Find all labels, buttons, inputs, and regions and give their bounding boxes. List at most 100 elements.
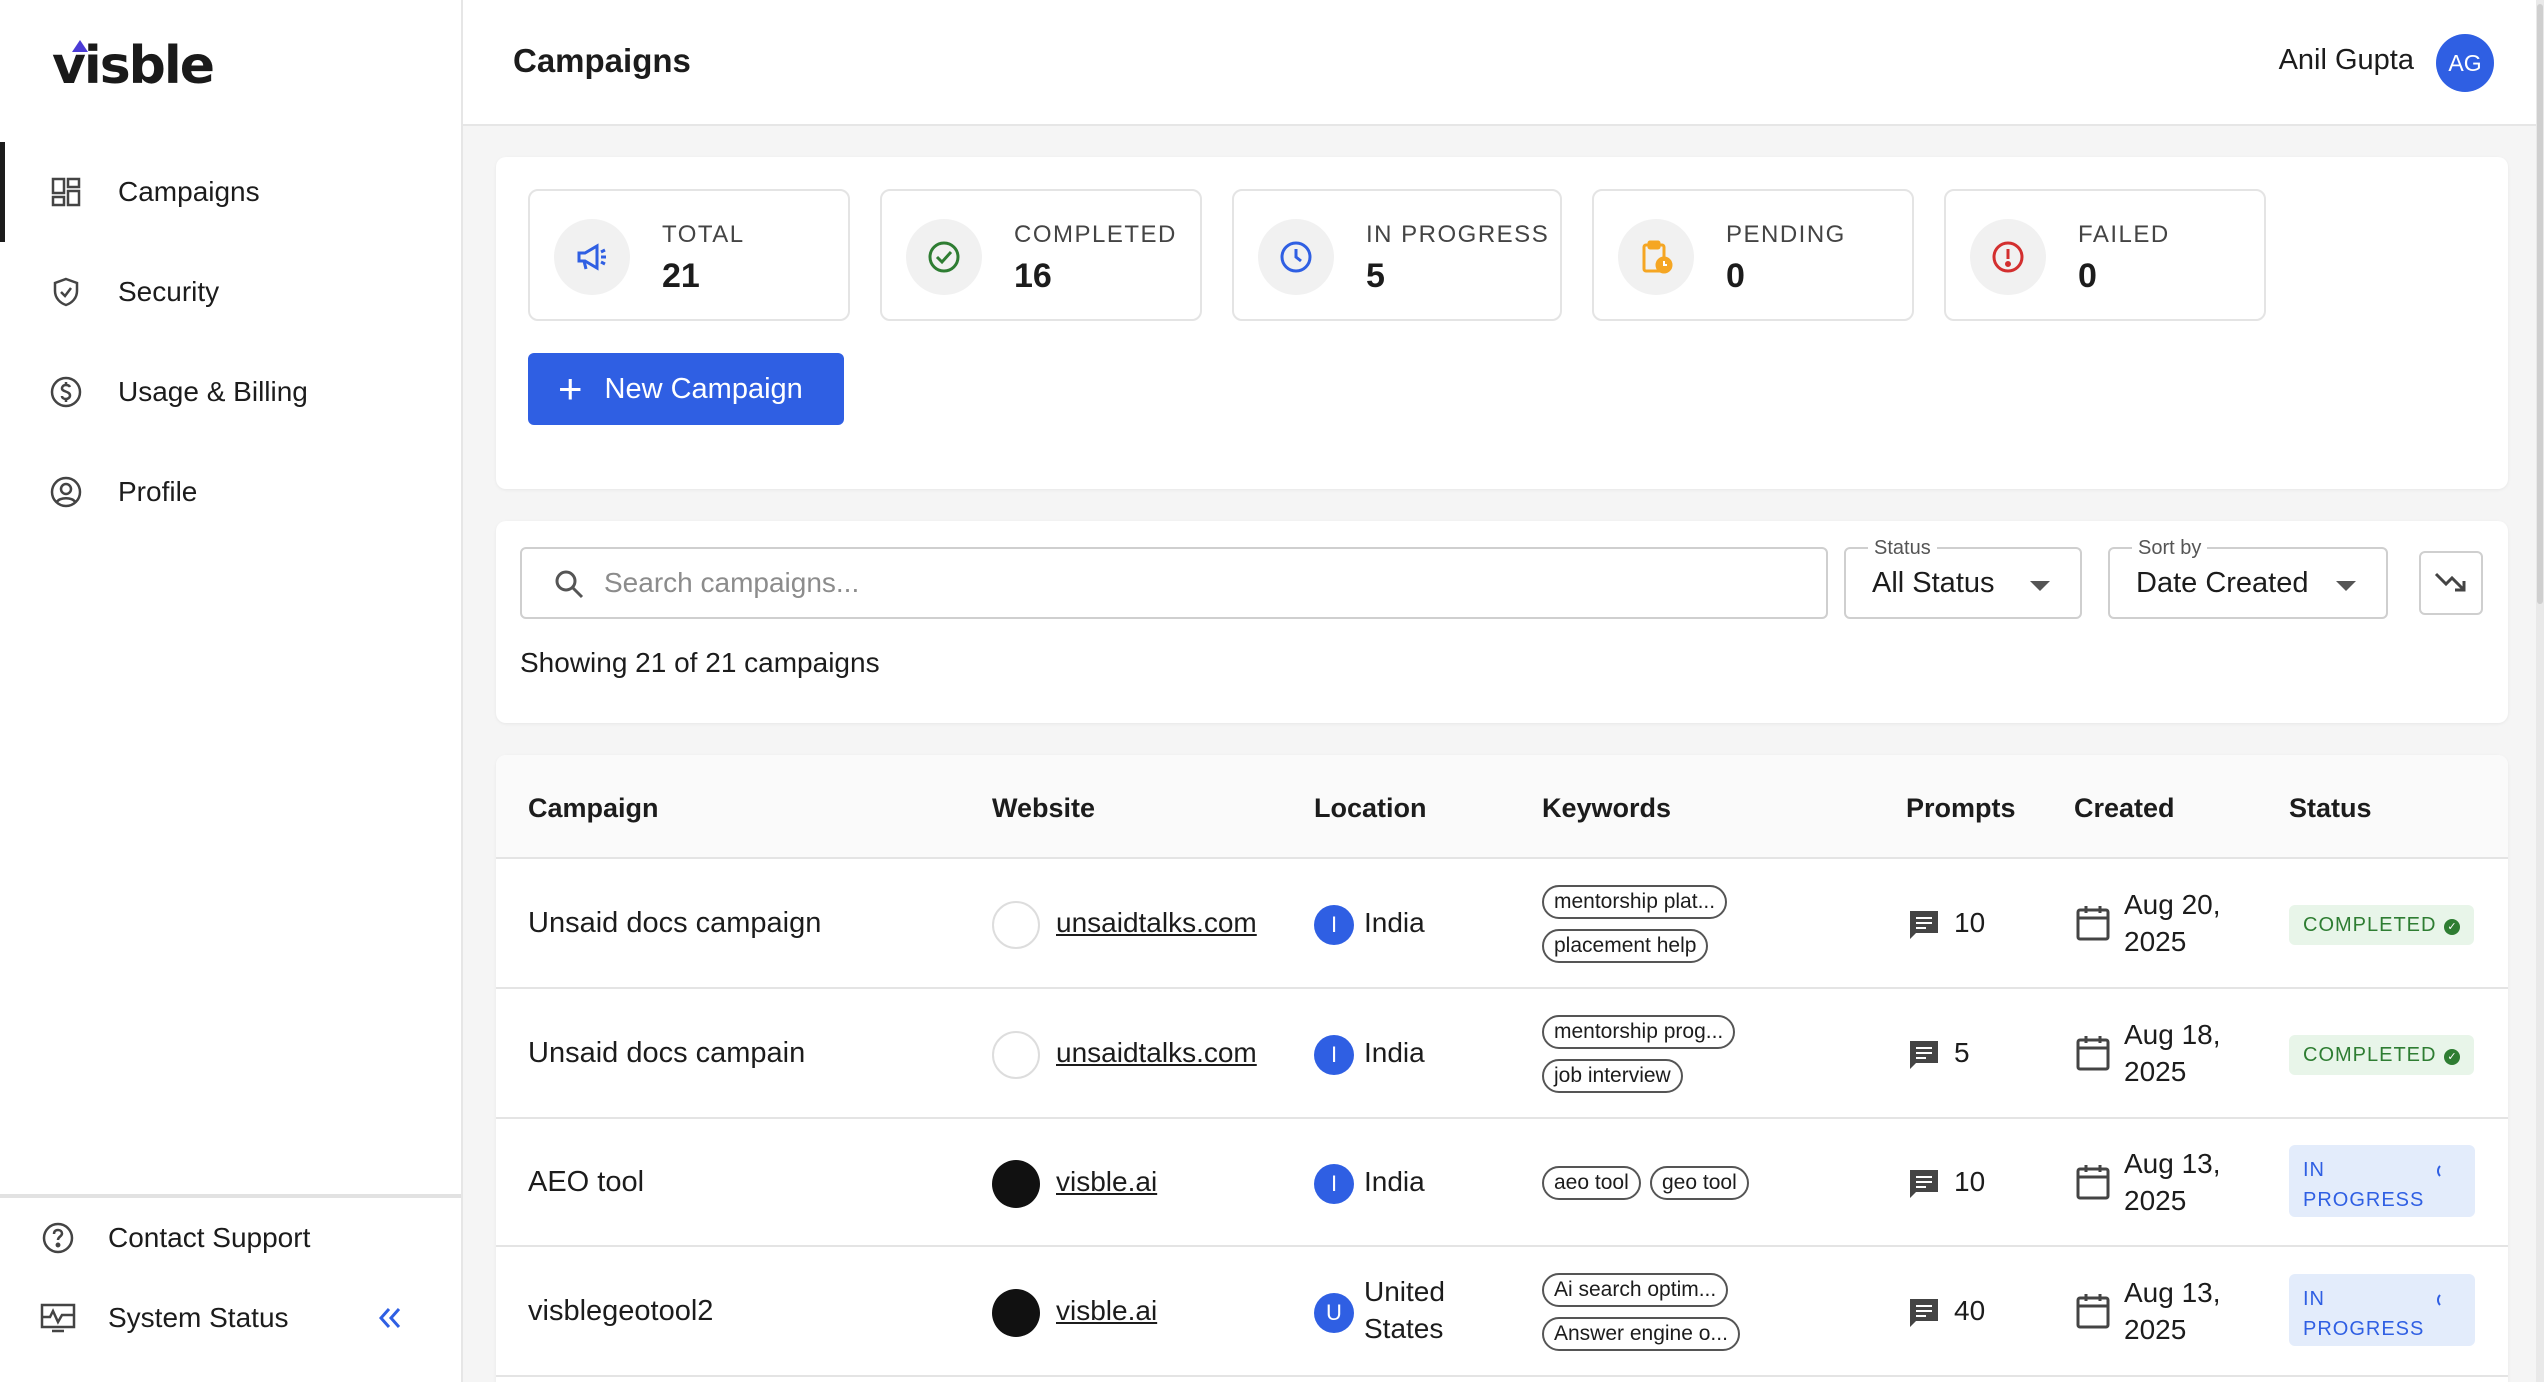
calendar-icon: [2074, 1033, 2112, 1073]
location-text: India: [1364, 1166, 1425, 1197]
location-line: States: [1364, 1313, 1444, 1344]
created-date: Aug 13, 2025: [2124, 1145, 2221, 1219]
check-circle-icon: [906, 219, 982, 295]
campaign-name[interactable]: AEO tool: [528, 1166, 644, 1199]
sidebar-item-label: Security: [118, 276, 220, 307]
calendar-icon: [2074, 1291, 2112, 1331]
col-website[interactable]: Website: [992, 793, 1095, 824]
table-header: Campaign Website Location Keywords Promp…: [496, 755, 2508, 859]
stat-in-progress-value: 5: [1366, 257, 1385, 295]
dollar-icon: [48, 374, 84, 410]
status-text: PROGRESS: [2303, 1318, 2425, 1340]
sidebar-item-label: Campaigns: [118, 176, 260, 207]
col-created[interactable]: Created: [2074, 793, 2175, 824]
col-campaign[interactable]: Campaign: [528, 793, 659, 824]
shield-icon: [48, 274, 84, 310]
col-keywords[interactable]: Keywords: [1542, 793, 1671, 824]
site-favicon: [992, 1031, 1040, 1079]
megaphone-icon: [554, 219, 630, 295]
page-title: Campaigns: [513, 42, 691, 79]
status-text: PROGRESS: [2303, 1189, 2425, 1211]
campaign-name[interactable]: Unsaid docs campaign: [528, 907, 821, 940]
contact-support-label: Contact Support: [108, 1222, 311, 1253]
created-date: Aug 13, 2025: [2124, 1274, 2221, 1348]
new-campaign-button[interactable]: + New Campaign: [528, 353, 844, 425]
stat-pending-value: 0: [1726, 257, 1745, 295]
stat-in-progress: IN PROGRESS 5: [1232, 189, 1562, 321]
status-text: IN: [2303, 1159, 2325, 1181]
clock-icon: [1258, 219, 1334, 295]
table-row[interactable]: AEO tool visble.ai I India aeo tool geo …: [496, 1119, 2508, 1247]
collapse-sidebar-icon[interactable]: [371, 1300, 407, 1336]
table-row[interactable]: Unsaid docs campaign unsaidtalks.com I I…: [496, 859, 2508, 989]
calendar-icon: [2074, 903, 2112, 943]
website-link[interactable]: visble.ai: [1056, 1166, 1157, 1198]
location-badge: U: [1314, 1293, 1354, 1333]
location-text: United States: [1364, 1273, 1445, 1347]
status-text: IN: [2303, 1288, 2325, 1310]
stat-failed-value: 0: [2078, 257, 2097, 295]
system-status-label: System Status: [108, 1302, 289, 1333]
date-line: Aug 20,: [2124, 889, 2221, 920]
sidebar-item-label: Profile: [118, 476, 198, 507]
stat-completed-label: COMPLETED: [1014, 221, 1177, 248]
search-input[interactable]: [604, 561, 1804, 605]
sidebar-item-usage-billing[interactable]: Usage & Billing: [0, 342, 461, 442]
year-line: 2025: [2124, 1314, 2187, 1345]
chevron-down-icon: [2030, 581, 2050, 591]
stat-pending-label: PENDING: [1726, 221, 1846, 248]
sidebar-item-profile[interactable]: Profile: [0, 442, 461, 542]
date-line: Aug 18,: [2124, 1019, 2221, 1050]
sidebar-item-security[interactable]: Security: [0, 242, 461, 342]
page-scrollbar[interactable]: [2536, 0, 2544, 1382]
prompts-count: 40: [1954, 1295, 1986, 1326]
table-row[interactable]: visblegeotool2 visble.ai U United States …: [496, 1247, 2508, 1377]
year-line: 2025: [2124, 926, 2187, 957]
col-location[interactable]: Location: [1314, 793, 1427, 824]
status-text: COMPLETED: [2303, 914, 2437, 936]
sort-direction-button[interactable]: [2419, 551, 2483, 615]
filter-panel: Status All Status Sort by Date Created S…: [496, 521, 2508, 723]
status-select-value: All Status: [1872, 567, 1995, 599]
search-box[interactable]: [520, 547, 1828, 619]
status-select[interactable]: Status All Status: [1844, 537, 2082, 619]
search-icon: [552, 567, 586, 601]
contact-support-link[interactable]: Contact Support: [0, 1198, 461, 1278]
stat-failed-label: FAILED: [2078, 221, 2170, 248]
location-badge: I: [1314, 905, 1354, 945]
site-favicon: [992, 1289, 1040, 1337]
campaigns-table: Campaign Website Location Keywords Promp…: [496, 755, 2508, 1382]
plus-icon: +: [558, 365, 583, 412]
website-link[interactable]: visble.ai: [1056, 1295, 1157, 1327]
sidebar: visble Campaigns Security Usage & Billin…: [0, 0, 463, 1382]
keyword-chip: job interview: [1542, 1059, 1683, 1093]
status-text: COMPLETED: [2303, 1044, 2437, 1066]
site-favicon: [992, 1160, 1040, 1208]
location-badge: I: [1314, 1164, 1354, 1204]
sort-select[interactable]: Sort by Date Created: [2108, 537, 2388, 619]
check-icon: ✓: [2444, 1049, 2461, 1065]
website-link[interactable]: unsaidtalks.com: [1056, 907, 1257, 939]
system-status-link[interactable]: System Status: [0, 1278, 461, 1358]
website-link[interactable]: unsaidtalks.com: [1056, 1037, 1257, 1069]
sidebar-footer: Contact Support System Status: [0, 1194, 461, 1358]
campaign-name[interactable]: visblegeotool2: [528, 1295, 713, 1328]
stat-total: TOTAL 21: [528, 189, 850, 321]
stat-in-progress-label: IN PROGRESS: [1366, 221, 1550, 248]
table-row[interactable]: Unsaid docs campain unsaidtalks.com I In…: [496, 989, 2508, 1119]
sidebar-item-campaigns[interactable]: Campaigns: [0, 142, 461, 242]
col-status[interactable]: Status: [2289, 793, 2372, 824]
avatar[interactable]: AG: [2436, 34, 2494, 92]
trending-down-icon: [2433, 567, 2469, 600]
site-favicon: [992, 901, 1040, 949]
scrollbar-thumb[interactable]: [2537, 4, 2543, 604]
keyword-chip: Ai search optim...: [1542, 1273, 1729, 1307]
chevron-down-icon: [2336, 581, 2356, 591]
keyword-chip: mentorship plat...: [1542, 885, 1728, 919]
col-prompts[interactable]: Prompts: [1906, 793, 2016, 824]
sort-select-value: Date Created: [2136, 567, 2309, 599]
new-campaign-label: New Campaign: [604, 372, 803, 405]
stat-total-label: TOTAL: [662, 221, 745, 248]
keyword-chip: placement help: [1542, 929, 1709, 963]
campaign-name[interactable]: Unsaid docs campain: [528, 1037, 805, 1070]
